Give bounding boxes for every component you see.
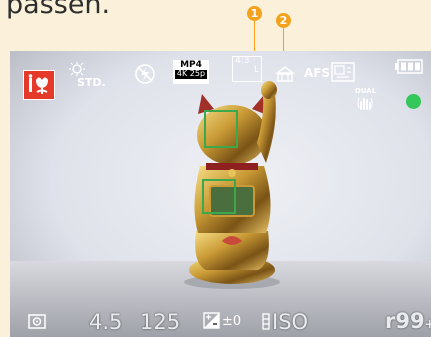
callout-1-pointer <box>254 21 255 51</box>
callout-2: 2 <box>276 13 291 28</box>
camera-screen: STD. MP4 4K 25p 4:3 L AFS DUAL 4.5 125 ±… <box>10 51 431 337</box>
battery-full-icon <box>395 59 423 74</box>
callout-1: 1 <box>247 6 262 21</box>
flash-off-icon <box>135 64 155 84</box>
shots-remaining: r99+ <box>385 309 431 333</box>
video-format-resolution: 4K 25p <box>175 69 207 79</box>
quality-fine-icon <box>275 66 295 82</box>
aspect-ratio-size-indicator: 4:3 L <box>232 56 262 82</box>
heading-text: passen. <box>6 0 111 20</box>
image-size-value: L <box>253 65 259 76</box>
aperture-value: 4.5 <box>89 310 123 334</box>
scene-mode-icon <box>23 70 55 100</box>
exposure-comp-icon <box>203 312 220 329</box>
shots-remaining-count: r99 <box>385 309 425 333</box>
metering-icon <box>28 314 46 329</box>
stabilizer-indicator: DUAL <box>355 87 377 114</box>
photo-style-icon <box>69 62 85 76</box>
stabilizer-label: DUAL <box>355 87 377 95</box>
shots-remaining-suffix: + <box>424 317 431 331</box>
exposure-comp-value: ±0 <box>222 314 242 329</box>
iso-value: ISO <box>272 310 309 334</box>
focus-indicator <box>406 94 421 109</box>
iso-icon <box>262 313 270 330</box>
photo-style-label: STD. <box>77 76 106 89</box>
face-eye-detection-icon <box>331 62 355 82</box>
focus-mode-label: AFS <box>304 66 331 80</box>
shutter-speed-value: 125 <box>140 310 181 334</box>
macro-flower-icon <box>28 74 48 94</box>
video-format-indicator: MP4 4K 25p <box>173 60 209 84</box>
stabilizer-hand-icon <box>357 97 373 110</box>
